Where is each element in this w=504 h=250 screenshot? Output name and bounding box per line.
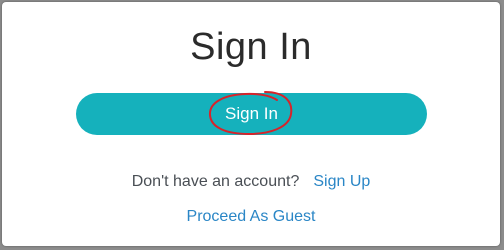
account-prompt-text: Don't have an account? [131,173,300,190]
dialog-title: Sign In [190,26,312,68]
signup-prompt-row: Don't have an account? Sign Up [2,173,500,191]
sign-in-button-label: Sign In [225,104,278,123]
sign-up-link[interactable]: Sign Up [313,173,370,190]
sign-in-dialog: Sign In Sign In Don't have an account? Si… [2,2,500,246]
proceed-as-guest-link[interactable]: Proceed As Guest [2,208,500,226]
sign-in-button[interactable]: Sign In [76,93,427,135]
